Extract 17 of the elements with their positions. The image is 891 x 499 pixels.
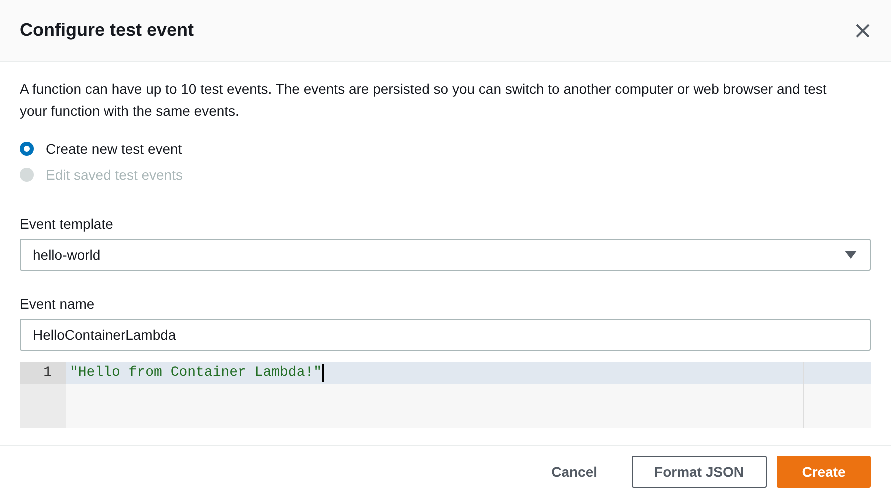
line-number: 1: [20, 362, 66, 384]
template-dropdown[interactable]: hello-world: [20, 239, 871, 271]
field-label: Event name: [20, 296, 96, 312]
close-icon[interactable]: [855, 22, 871, 38]
radio-label[interactable]: Create new test event: [46, 141, 182, 157]
cancel-button[interactable]: Cancel: [528, 456, 622, 488]
code-line: "Hello from Container Lambda!": [69, 364, 322, 383]
description-text: A function can have up to 10 test events. The events are persisted so you can switch to another computer or web browser and test your function with the same events.: [20, 80, 828, 121]
text-cursor: [322, 364, 324, 382]
dropdown-caret-icon: [844, 250, 858, 260]
format-json-button[interactable]: Format JSON: [632, 456, 767, 488]
event-name-field[interactable]: HelloContainerLambda: [20, 319, 871, 351]
code-editor[interactable]: 1 "Hello from Container Lambda!": [20, 362, 871, 428]
dialog-title: Configure test event: [20, 20, 194, 41]
radio-button[interactable]: [20, 142, 34, 156]
field-label: Event template: [20, 216, 114, 232]
editor-margin: [803, 362, 871, 428]
